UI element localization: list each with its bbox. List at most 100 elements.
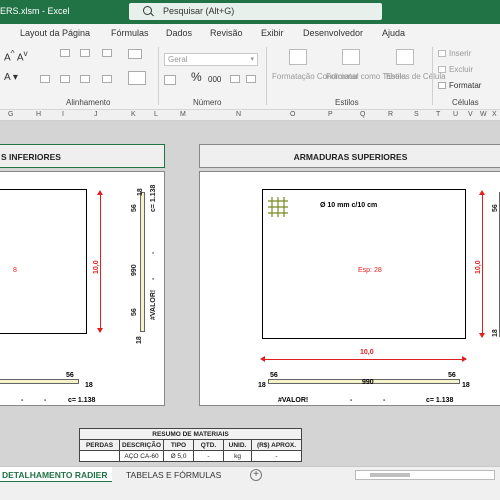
dim-56-bottom: 56 xyxy=(131,308,138,316)
tab-layout-da-pagina[interactable]: Layout da Página xyxy=(20,28,90,38)
tab-ajuda[interactable]: Ajuda xyxy=(382,28,405,38)
increase-decimal-icon[interactable] xyxy=(230,75,240,83)
valor-error-vertical: #VALOR! xyxy=(150,289,157,320)
column-header-g[interactable]: G xyxy=(8,111,13,118)
table-cell[interactable]: AÇO CA-60 xyxy=(118,450,165,462)
vertical-dimension-label: 10,0 xyxy=(475,260,482,274)
currency-icon[interactable] xyxy=(164,75,176,85)
bottom-c-value: c= 1.138 xyxy=(68,397,96,404)
number-format-value: Geral xyxy=(168,55,188,64)
column-header-p[interactable]: P xyxy=(328,111,333,118)
horizontal-dimension-line xyxy=(262,359,466,360)
column-header-o[interactable]: O xyxy=(290,111,295,118)
left-panel-drawing: 8 10,0 56 990 56 18 18 c= 1.138 - - #VAL… xyxy=(0,171,165,406)
percent-button[interactable]: % xyxy=(191,71,202,83)
chevron-down-icon: ▾ xyxy=(250,56,254,63)
cell-styles-icon[interactable] xyxy=(396,49,414,65)
search-icon xyxy=(143,6,152,15)
horizontal-scrollbar[interactable] xyxy=(355,470,495,480)
bar-spec-label: Ø 10 mm c/10 cm xyxy=(320,202,378,209)
format-button[interactable]: Formatar xyxy=(449,81,481,90)
align-center-icon[interactable] xyxy=(60,75,70,83)
arrow-up-icon xyxy=(97,190,103,195)
scrollbar-thumb[interactable] xyxy=(370,473,410,477)
bottom-dash-2: - xyxy=(44,397,47,404)
arrow-right-icon xyxy=(462,356,467,362)
column-header-w[interactable]: W xyxy=(480,111,487,118)
column-header-v[interactable]: V xyxy=(468,111,473,118)
tab-exibir[interactable]: Exibir xyxy=(261,28,284,38)
column-header-k[interactable]: K xyxy=(131,111,136,118)
conditional-formatting-icon[interactable] xyxy=(289,49,307,65)
conditional-formatting-button[interactable]: Formatação Condicional xyxy=(272,72,359,81)
sheet-tab-tabelas-e-formulas[interactable]: TABELAS E FÓRMULAS xyxy=(126,470,221,480)
bottom-dim-56: 56 xyxy=(66,372,74,379)
merge-icon[interactable] xyxy=(128,49,142,59)
number-format-dropdown[interactable]: Geral ▾ xyxy=(164,53,258,66)
tab-formulas[interactable]: Fórmulas xyxy=(111,28,149,38)
dash-vertical-1: - xyxy=(150,251,157,254)
dash-1: - xyxy=(350,397,353,404)
font-color-icon[interactable]: A ▾ xyxy=(4,73,18,83)
side-dim-18: 18 xyxy=(492,329,499,337)
table-cell[interactable]: - xyxy=(251,450,303,462)
format-as-table-icon[interactable] xyxy=(342,49,360,65)
cell-styles-button[interactable]: Estilos de Célula xyxy=(386,72,446,81)
left-panel-title: S INFERIORES xyxy=(0,144,165,168)
bottom-dash-1: - xyxy=(21,397,24,404)
tab-desenvolvedor[interactable]: Desenvolvedor xyxy=(303,28,363,38)
align-left-icon[interactable] xyxy=(40,75,50,83)
decrease-decimal-icon[interactable] xyxy=(246,75,256,83)
add-sheet-button[interactable]: + xyxy=(250,469,262,481)
tab-dados[interactable]: Dados xyxy=(166,28,192,38)
column-header-n[interactable]: N xyxy=(236,111,241,118)
sheet-tab-detalhamento-radier[interactable]: DETALHAMENTO RADIER xyxy=(0,467,112,483)
column-header-t[interactable]: T xyxy=(436,111,440,118)
table-cell[interactable]: - xyxy=(193,450,225,462)
format-as-table-button[interactable]: Formatar como Tabela xyxy=(326,72,406,81)
column-header-x[interactable]: X xyxy=(492,111,497,118)
table-cell[interactable] xyxy=(79,450,120,462)
column-header-r[interactable]: R xyxy=(388,111,393,118)
thousands-button[interactable]: 000 xyxy=(208,75,221,84)
arrow-left-icon xyxy=(260,356,265,362)
dim-18-bottom: 18 xyxy=(136,336,143,344)
vertical-dimension-line xyxy=(100,192,101,332)
column-header-u[interactable]: U xyxy=(453,111,458,118)
align-right-icon[interactable] xyxy=(80,75,90,83)
worksheet[interactable]: S INFERIORES 8 10,0 56 990 56 18 18 c= 1… xyxy=(0,121,500,466)
align-top-icon[interactable] xyxy=(60,49,70,57)
merge-center-icon[interactable] xyxy=(128,71,146,85)
indent-icon[interactable] xyxy=(102,75,112,83)
group-separator xyxy=(158,47,159,105)
column-header-h[interactable]: H xyxy=(36,111,41,118)
table-cell[interactable]: Ø 5,0 xyxy=(163,450,195,462)
search-box[interactable]: Pesquisar (Alt+G) xyxy=(129,3,382,20)
wrap-text-icon[interactable] xyxy=(102,49,112,57)
slab-outline xyxy=(262,189,466,339)
format-icon xyxy=(438,82,446,89)
delete-button[interactable]: Excluir xyxy=(449,65,473,74)
group-label-number: Número xyxy=(193,98,222,107)
left-dim-18: 18 xyxy=(258,382,266,389)
table-header: PERDAS xyxy=(79,439,120,451)
arrow-down-icon xyxy=(97,328,103,333)
column-header-s[interactable]: S xyxy=(414,111,419,118)
dash-2: - xyxy=(383,397,386,404)
tab-revisao[interactable]: Revisão xyxy=(210,28,243,38)
column-header-q[interactable]: Q xyxy=(360,111,365,118)
table-header: DESCRIÇÃO xyxy=(118,439,165,451)
increase-font-icon[interactable]: A^ Av xyxy=(4,49,28,63)
spacing-label: 8 xyxy=(13,267,17,274)
right-dim-18: 18 xyxy=(462,382,470,389)
column-header-l[interactable]: L xyxy=(154,111,158,118)
column-header-j[interactable]: J xyxy=(94,111,98,118)
rebar-vertical xyxy=(140,192,145,332)
table-cell[interactable]: kg xyxy=(223,450,253,462)
column-header-i[interactable]: I xyxy=(62,111,64,118)
c-value: c= 1.138 xyxy=(426,397,454,404)
column-header-m[interactable]: M xyxy=(180,111,186,118)
table-row: AÇO CA-60 Ø 5,0 - kg - xyxy=(79,450,303,462)
insert-button[interactable]: Inserir xyxy=(449,49,471,58)
align-middle-icon[interactable] xyxy=(80,49,90,57)
